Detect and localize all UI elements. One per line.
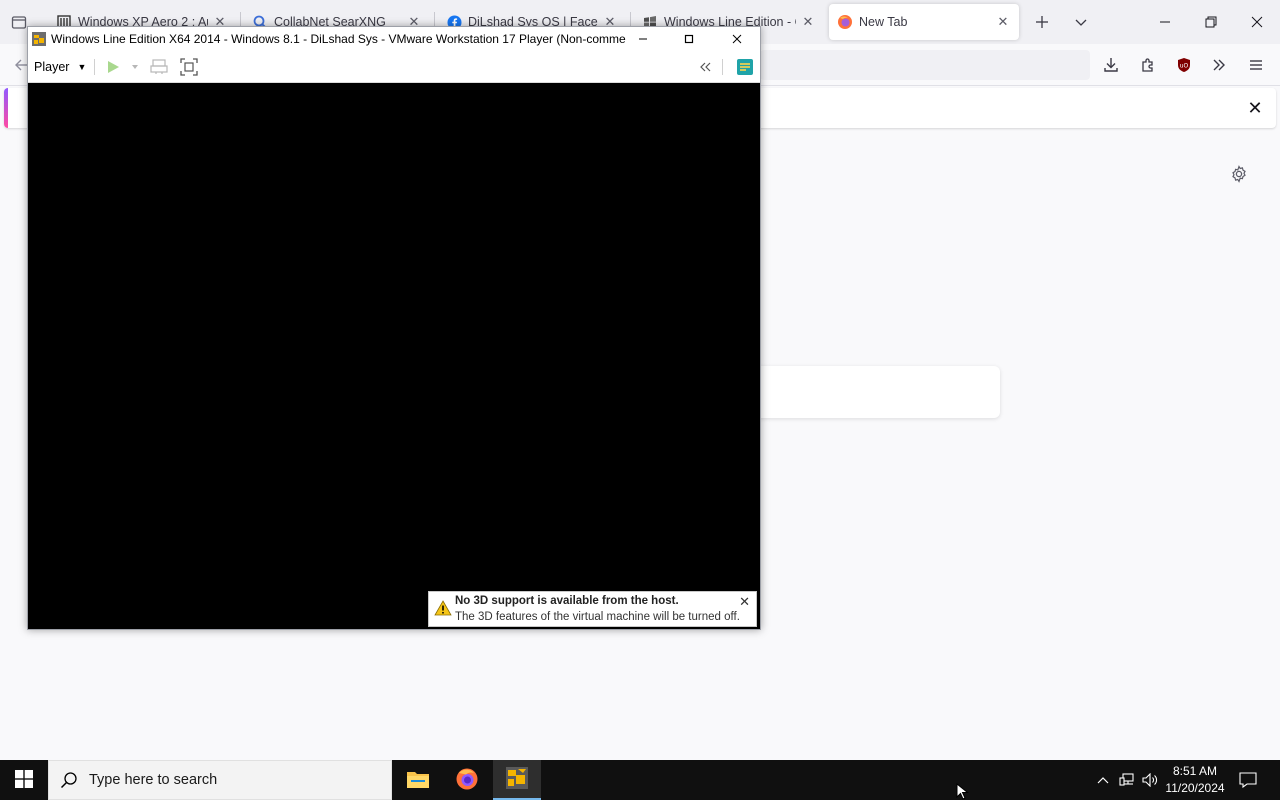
ublock-origin-icon[interactable]: uO: [1171, 52, 1197, 78]
address-bar[interactable]: [760, 50, 1090, 80]
svg-text:uO: uO: [1180, 63, 1189, 70]
vmware-window-title: Windows Line Edition X64 2014 - Windows …: [51, 32, 626, 46]
close-notification-icon[interactable]: ✕: [1244, 97, 1266, 119]
browser-tab-active[interactable]: New Tab ✕: [829, 4, 1019, 40]
player-menu-button[interactable]: Player ▼: [34, 57, 86, 77]
vmware-player-window: Windows Line Edition X64 2014 - Windows …: [27, 26, 761, 630]
gear-icon[interactable]: [1228, 163, 1250, 185]
taskbar-firefox[interactable]: [443, 760, 491, 800]
search-placeholder: Type here to search: [89, 772, 218, 788]
vmware-title-bar: Windows Line Edition X64 2014 - Windows …: [28, 27, 760, 51]
close-window-icon[interactable]: [1234, 0, 1280, 44]
windows-taskbar: Type here to search 8:51 AM 11/20/2024: [0, 760, 1280, 800]
close-tab-icon[interactable]: ✕: [800, 14, 816, 30]
clock-date: 11/20/2024: [1165, 781, 1225, 795]
toolbar-separator: [722, 59, 723, 75]
network-icon[interactable]: [1116, 760, 1138, 800]
notification-heading: No 3D support is available from the host…: [455, 595, 679, 607]
taskbar-file-explorer[interactable]: [394, 760, 442, 800]
firefox-icon: [837, 14, 853, 30]
no-3d-support-notification: No 3D support is available from the host…: [428, 591, 757, 627]
more-tools-chevrons-icon[interactable]: [1206, 52, 1232, 78]
taskbar-search-box[interactable]: Type here to search: [48, 760, 392, 800]
collapse-toolbar-icon[interactable]: [695, 56, 717, 78]
notification-accent: [4, 88, 8, 128]
system-clock[interactable]: 8:51 AM 11/20/2024: [1158, 763, 1232, 797]
file-explorer-folder-icon: [406, 769, 430, 792]
vm-close-icon[interactable]: [714, 27, 760, 51]
toolbar-separator: [94, 59, 95, 75]
tab-title: New Tab: [859, 15, 908, 29]
power-on-play-icon[interactable]: [102, 56, 124, 78]
mouse-pointer-icon: [956, 782, 970, 800]
list-all-tabs-chevron-icon[interactable]: [1068, 9, 1094, 35]
message-log-icon[interactable]: [734, 56, 756, 78]
send-ctrl-alt-del-icon[interactable]: [148, 56, 170, 78]
vm-maximize-icon[interactable]: [666, 27, 712, 51]
taskbar-vmware-player[interactable]: [493, 760, 541, 800]
caret-down-icon: ▼: [77, 62, 87, 72]
app-menu-hamburger-icon[interactable]: [1243, 52, 1269, 78]
power-options-caret-icon[interactable]: [124, 56, 146, 78]
restore-window-icon[interactable]: [1188, 0, 1234, 44]
vm-minimize-icon[interactable]: [620, 27, 666, 51]
extensions-puzzle-icon[interactable]: [1135, 52, 1161, 78]
notification-message: The 3D features of the virtual machine w…: [455, 611, 740, 623]
windows-logo-icon: [15, 769, 33, 791]
minimize-window-icon[interactable]: [1142, 0, 1188, 44]
clock-time: 8:51 AM: [1172, 764, 1218, 778]
start-button[interactable]: [0, 760, 48, 800]
dismiss-notification-icon[interactable]: ✕: [739, 594, 750, 610]
new-tab-plus-icon[interactable]: [1029, 9, 1055, 35]
vmware-logo-icon: [31, 31, 47, 47]
vmware-toolbar: Player ▼: [28, 51, 760, 83]
vmware-logo-icon: [505, 766, 529, 793]
warning-icon: [434, 600, 452, 616]
show-hidden-icons-chevron-icon[interactable]: [1092, 760, 1114, 800]
downloads-icon[interactable]: [1098, 52, 1124, 78]
search-icon: [49, 771, 89, 789]
firefox-icon: [455, 767, 479, 794]
player-menu-label: Player: [34, 60, 70, 74]
full-screen-icon[interactable]: [178, 56, 200, 78]
action-center-notifications-icon[interactable]: [1236, 760, 1260, 800]
virtual-machine-display[interactable]: [28, 83, 760, 629]
close-tab-icon[interactable]: ✕: [995, 14, 1011, 30]
